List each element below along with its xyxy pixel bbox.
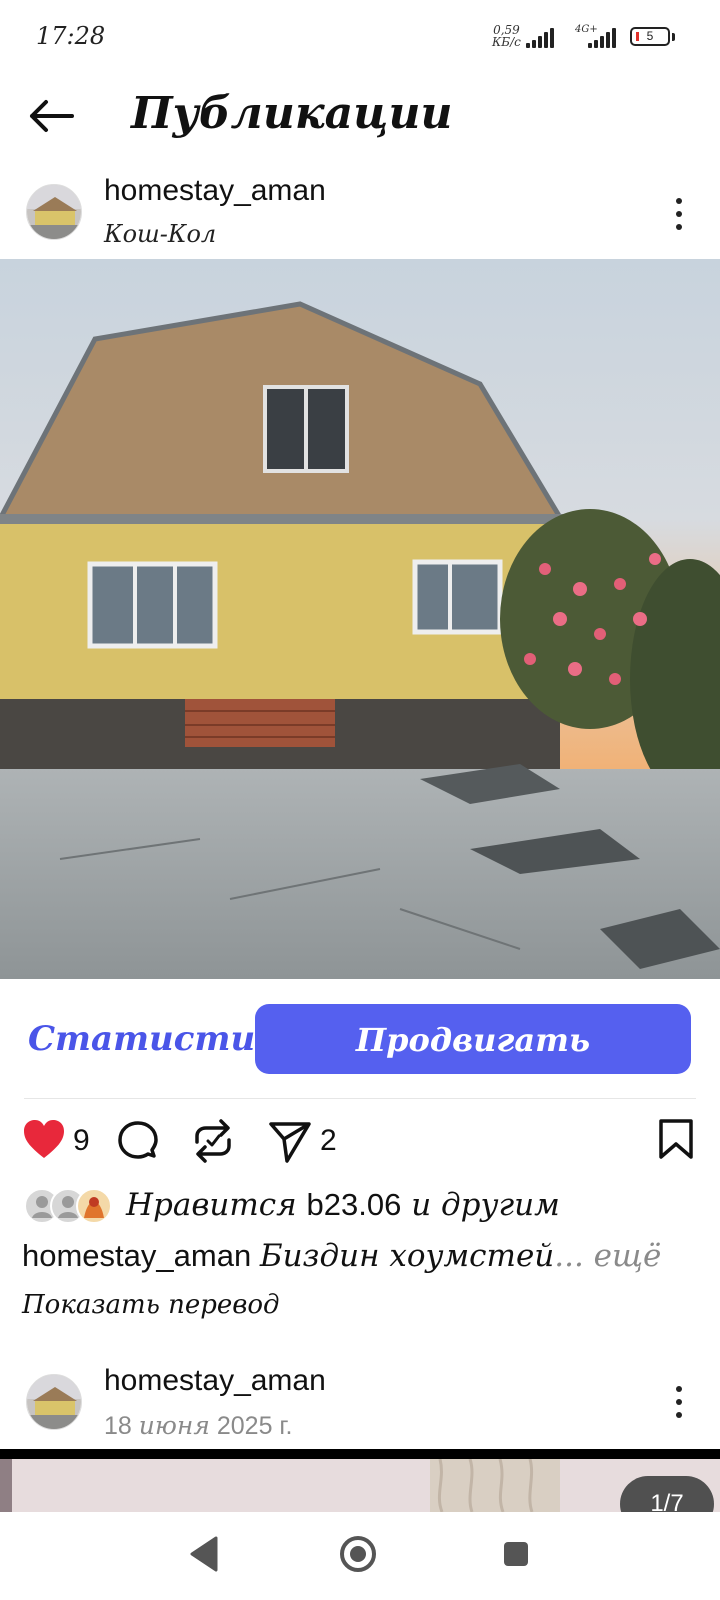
likes-summary[interactable]: Нравится b23.06 и другим xyxy=(126,1187,560,1223)
caption-text: Биздин хоумстей xyxy=(259,1238,555,1274)
network-speed: 0,59 КБ/с xyxy=(492,24,521,48)
comment-button[interactable] xyxy=(116,1120,160,1164)
post-username[interactable]: homestay_aman xyxy=(104,174,326,208)
avatar-stack-icon xyxy=(24,1188,112,1224)
next-post-more-button[interactable] xyxy=(667,1378,691,1426)
likes-count[interactable]: 9 xyxy=(73,1124,90,1158)
repost-button[interactable] xyxy=(191,1118,235,1164)
next-post-avatar[interactable] xyxy=(26,1374,82,1430)
circle-home-icon xyxy=(340,1536,376,1572)
likes-user[interactable]: b23.06 xyxy=(307,1187,402,1222)
signal-icon-2 xyxy=(588,28,618,48)
date-month: июня xyxy=(138,1411,210,1440)
more-dot-icon xyxy=(676,1412,682,1418)
next-post-image[interactable] xyxy=(0,1459,720,1512)
avatar[interactable] xyxy=(26,184,82,240)
post-location[interactable]: Кош-Кол xyxy=(104,220,216,248)
caption-more-link[interactable]: ... ещё xyxy=(554,1238,661,1274)
post-image[interactable] xyxy=(0,259,720,979)
likes-prefix: Нравится xyxy=(126,1187,297,1223)
caption-username[interactable]: homestay_aman xyxy=(22,1238,251,1273)
date-day: 18 xyxy=(104,1412,132,1440)
next-post-username[interactable]: homestay_aman xyxy=(104,1364,326,1398)
more-dot-icon xyxy=(676,1386,682,1392)
arrow-left-icon xyxy=(30,100,74,132)
triangle-back-icon xyxy=(190,1536,218,1572)
square-recents-icon xyxy=(504,1542,528,1566)
back-button[interactable] xyxy=(24,88,80,144)
system-navigation-bar xyxy=(0,1512,720,1600)
image-top-edge xyxy=(0,1449,720,1459)
more-dot-icon xyxy=(676,198,682,204)
network-speed-unit: КБ/с xyxy=(492,35,521,49)
avatar-image xyxy=(27,185,81,239)
battery-tip xyxy=(672,33,675,41)
house-photo xyxy=(0,259,720,979)
like-button[interactable] xyxy=(22,1118,66,1162)
send-icon xyxy=(269,1122,311,1163)
shares-count[interactable]: 2 xyxy=(320,1124,337,1158)
status-time: 17:28 xyxy=(36,22,106,50)
more-dot-icon xyxy=(676,211,682,217)
likes-suffix: и другим xyxy=(411,1187,560,1223)
more-dot-icon xyxy=(676,1399,682,1405)
repost-icon xyxy=(195,1119,231,1163)
signal-icon xyxy=(526,28,556,48)
share-button[interactable] xyxy=(268,1120,312,1164)
date-year: 2025 г. xyxy=(216,1412,293,1440)
liker-avatars[interactable] xyxy=(24,1188,114,1224)
nav-back-button[interactable] xyxy=(186,1534,226,1574)
show-translation-link[interactable]: Показать перевод xyxy=(22,1290,280,1320)
room-photo xyxy=(0,1459,720,1512)
nav-recents-button[interactable] xyxy=(496,1534,536,1574)
page-title: Публикации xyxy=(131,88,453,139)
next-post-date: 18 июня 2025 г. xyxy=(104,1411,292,1441)
avatar-image xyxy=(27,1375,81,1429)
heart-icon xyxy=(24,1120,64,1158)
save-button[interactable] xyxy=(658,1118,694,1160)
battery-icon: 5 xyxy=(630,27,670,46)
more-options-button[interactable] xyxy=(667,190,691,238)
divider xyxy=(24,1098,696,1099)
battery-level: 5 xyxy=(646,29,654,43)
post-caption[interactable]: homestay_aman Биздин хоумстей... ещё xyxy=(22,1238,661,1274)
promote-post-button[interactable]: Продвигать публикацию xyxy=(255,1004,691,1129)
bookmark-icon xyxy=(659,1119,693,1159)
comment-icon xyxy=(118,1121,158,1159)
nav-home-button[interactable] xyxy=(338,1534,378,1574)
more-dot-icon xyxy=(676,224,682,230)
